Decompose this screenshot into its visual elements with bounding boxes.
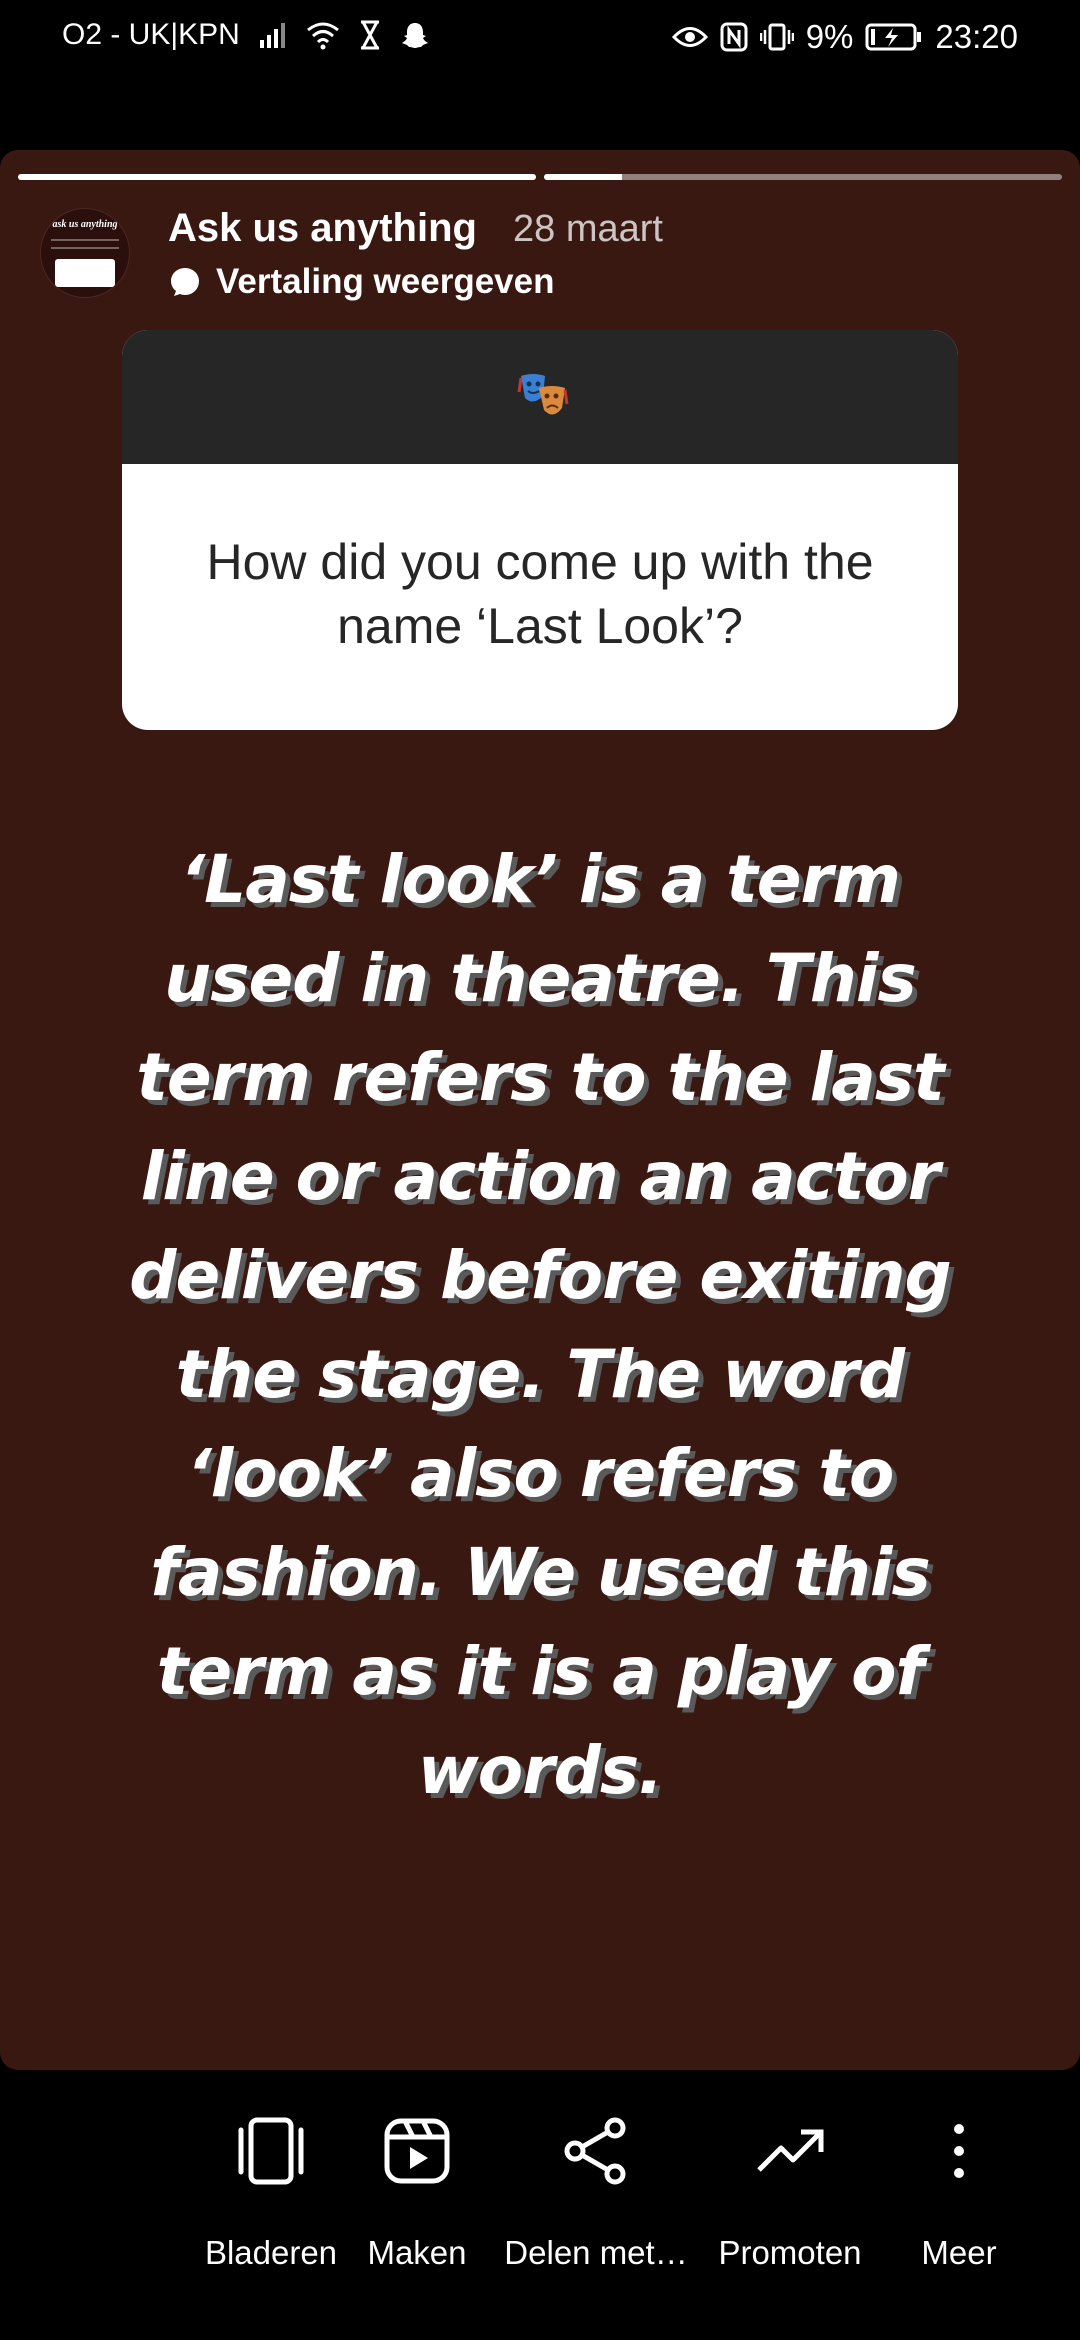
- hourglass-icon: [358, 20, 382, 50]
- translate-button[interactable]: Vertaling weergeven: [168, 262, 554, 302]
- progress-fill: [544, 174, 622, 180]
- clock: 23:20: [935, 18, 1018, 55]
- status-bar: O2 - UK|KPN 9% 23:20: [0, 0, 1080, 80]
- answer-text: ‘Last look’ is a term used in theatre. T…: [129, 841, 952, 1809]
- battery-charging-icon: [865, 22, 923, 52]
- progress-segment: [544, 174, 1062, 180]
- browse-icon: [238, 2117, 304, 2185]
- create-label: Maken: [367, 2234, 467, 2271]
- share-button[interactable]: Delen met…: [496, 2108, 696, 2272]
- account-name[interactable]: Ask us anything: [168, 206, 477, 251]
- nfc-icon: [720, 22, 748, 52]
- browse-label: Bladeren: [204, 2234, 338, 2271]
- theatre-masks-icon: [517, 374, 569, 415]
- avatar-title: ask us anything: [52, 219, 118, 230]
- translate-label: Vertaling weergeven: [216, 262, 555, 301]
- share-icon: [564, 2117, 626, 2185]
- story-progress: [18, 174, 1062, 180]
- create-button[interactable]: Maken: [358, 2108, 476, 2272]
- avatar-question-box: [55, 259, 115, 287]
- browse-button[interactable]: Bladeren: [196, 2108, 346, 2272]
- question-sticker[interactable]: How did you come up with the name ‘Last …: [122, 330, 958, 730]
- wifi-icon: [306, 20, 340, 50]
- speech-bubble-icon: [171, 268, 199, 296]
- trend-up-icon: [757, 2129, 824, 2172]
- progress-fill: [18, 174, 536, 180]
- promote-label: Promoten: [718, 2234, 862, 2271]
- more-vertical-icon: [954, 2124, 964, 2178]
- snapchat-icon: [400, 20, 430, 50]
- account-avatar[interactable]: ask us anything: [40, 208, 130, 298]
- signal-icon: [258, 20, 288, 50]
- carrier-label: O2 - UK|KPN: [62, 18, 240, 51]
- battery-percent: 9%: [805, 18, 854, 55]
- vibrate-icon: [759, 22, 794, 52]
- reel-create-icon: [384, 2118, 450, 2184]
- progress-segment: [18, 174, 536, 180]
- promote-button[interactable]: Promoten: [710, 2108, 870, 2272]
- question-sticker-header: [122, 330, 958, 464]
- avatar-line: [51, 247, 119, 249]
- story-view[interactable]: ask us anything Ask us anything 28 maart…: [0, 150, 1080, 2070]
- avatar-line: [51, 239, 119, 241]
- eye-icon: [671, 24, 708, 50]
- more-button[interactable]: Meer: [904, 2108, 1014, 2272]
- story-date: 28 maart: [513, 208, 663, 250]
- more-label: Meer: [921, 2234, 997, 2271]
- story-action-bar: Bladeren Maken Delen met… Promoten Meer: [0, 2070, 1080, 2340]
- question-text: How did you come up with the name ‘Last …: [206, 534, 874, 654]
- share-label: Delen met…: [504, 2234, 688, 2271]
